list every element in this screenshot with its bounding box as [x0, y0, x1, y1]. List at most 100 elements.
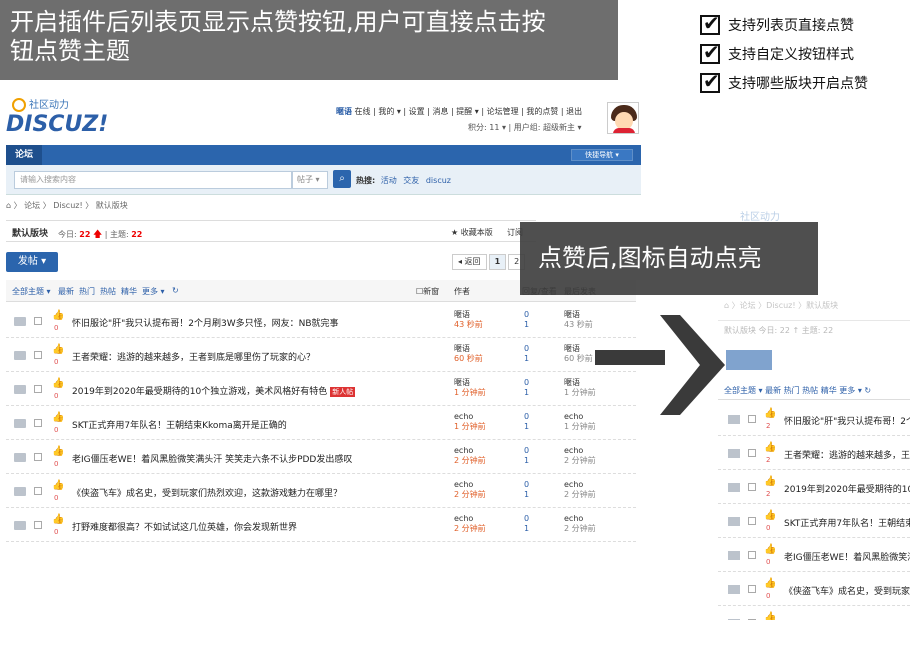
refresh-icon[interactable]: ↻ — [172, 286, 179, 295]
like-count: 0 — [54, 324, 59, 332]
thread-author[interactable]: echo 1 分钟前 — [454, 412, 486, 432]
new-post-button[interactable]: 发帖 ▾ — [6, 252, 58, 272]
thumbs-up-icon[interactable]: 👍 — [52, 378, 64, 389]
avatar[interactable] — [607, 102, 639, 134]
preview-logo: 社区动力 — [740, 212, 780, 223]
thumbs-up-icon[interactable]: 👍 — [52, 344, 64, 355]
thread-row[interactable]: 👍 0 王者荣耀：逃游的越来越多，王者到底是哪里伤了玩家的心？ 暱语 60 秒前 0 1 暱语… — [6, 338, 636, 372]
thread-author[interactable]: 暱语 43 秒前 — [454, 310, 483, 330]
thread-checkbox[interactable] — [34, 453, 42, 461]
like-count: 0 — [766, 592, 771, 600]
thumbs-up-icon[interactable]: 👍 — [52, 412, 64, 423]
user-credits[interactable]: 积分: 11 ▾ | 用户组: 超级新主 ▾ — [468, 122, 582, 133]
feature-item: 支持列表页直接点赞 — [700, 10, 910, 39]
pagination: ◂ 返回 1 2 — [452, 254, 527, 272]
site-header: 社区动力 DISCUZ! 暱语 在线 | 我的 ▾ | 设置 | 消息 | 提醒… — [0, 90, 645, 142]
folder-icon — [14, 521, 26, 530]
like-count: 0 — [54, 358, 59, 366]
thumbs-up-icon[interactable]: 👍 — [52, 514, 64, 525]
like-count: 0 — [54, 528, 59, 536]
like-count: 0 — [54, 426, 59, 434]
thread-checkbox[interactable] — [34, 317, 42, 325]
favorite-forum-link[interactable]: ★ 收藏本版 — [451, 227, 493, 238]
hot-search-label: 热搜: — [356, 176, 376, 185]
thread-author[interactable]: echo 2 分钟前 — [454, 446, 486, 466]
last-post[interactable]: echo 1 分钟前 — [564, 412, 596, 432]
thread-title[interactable]: SKT正式弃用7年队名！王朝结束Kkoma离开是正确的 — [72, 418, 287, 431]
last-post[interactable]: 暱语 1 分钟前 — [564, 378, 596, 398]
filter-more[interactable]: 更多 ▾ — [142, 286, 165, 297]
back-button[interactable]: ◂ 返回 — [452, 254, 487, 270]
feature-label: 支持列表页直接点赞 — [728, 17, 854, 34]
thread-author[interactable]: 暱语 1 分钟前 — [454, 378, 486, 398]
thumbs-up-icon[interactable]: 👍 — [52, 446, 64, 457]
last-post[interactable]: 暱语 43 秒前 — [564, 310, 593, 330]
thread-checkbox[interactable] — [34, 351, 42, 359]
hot-search-item[interactable]: 交友 — [403, 176, 419, 185]
checkbox-checked-icon — [700, 69, 720, 93]
thread-author[interactable]: 暱语 60 秒前 — [454, 344, 483, 364]
filter-all[interactable]: 全部主题 ▾ — [12, 286, 51, 297]
thread-row[interactable]: 👍 0 怀旧服论"肝"我只认提布哥！2个月刷3W多只怪，网友：NB就完事 暱语 43 秒… — [6, 304, 636, 338]
user-nav-links[interactable]: | 我的 ▾ | 设置 | 消息 | 提醒 ▾ | 论坛管理 | 我的点赞 | … — [373, 107, 582, 116]
filter-latest[interactable]: 最新 — [58, 286, 74, 297]
thread-title[interactable]: 2019年到2020年最受期待的10个独立游戏，美术风格好有特色 新人帖 — [72, 384, 356, 397]
new-window-toggle[interactable]: ☐新窗 — [416, 286, 439, 297]
thread-row[interactable]: 👍 0 《侠盗飞车》成名史，受到玩家们热烈欢迎，这款游戏魅力在哪里？ echo 2 分钟… — [6, 474, 636, 508]
thread-checkbox[interactable] — [34, 487, 42, 495]
reply-count: 01 — [524, 310, 530, 329]
last-post[interactable]: echo 2 分钟前 — [564, 446, 596, 466]
preview-thread-row: 👍 0 老IG僵压老WE！着风黑脸微笑满 — [718, 538, 910, 572]
checkbox-checked-icon — [700, 40, 720, 64]
nav-tab-forum[interactable]: 论坛 — [6, 145, 42, 165]
breadcrumb[interactable]: ⌂ 〉 论坛 〉 Discuz! 〉 默认版块 — [6, 200, 128, 211]
like-count: 0 — [766, 524, 771, 532]
search-type-select[interactable]: 帖子 ▾ — [292, 171, 328, 189]
filter-digest[interactable]: 精华 — [121, 286, 137, 297]
thread-title[interactable]: 老IG僵压老WE！着风黑脸微笑满头汗 笑笑走六条不认步PDD发出感叹 — [72, 452, 352, 465]
last-post[interactable]: 暱语 60 秒前 — [564, 344, 593, 364]
thread-checkbox[interactable] — [34, 521, 42, 529]
last-post[interactable]: echo 2 分钟前 — [564, 514, 596, 534]
thread-checkbox[interactable] — [34, 385, 42, 393]
thread-title: 老IG僵压老WE！着风黑脸微笑满 — [784, 553, 910, 563]
thread-title[interactable]: 《侠盗飞车》成名史，受到玩家们热烈欢迎，这款游戏魅力在哪里？ — [72, 486, 342, 499]
username-link[interactable]: 暱语 — [336, 107, 352, 116]
thread-row[interactable]: 👍 0 SKT正式弃用7年队名！王朝结束Kkoma离开是正确的 echo 1 分钟前 0 1… — [6, 406, 636, 440]
thread-title[interactable]: 怀旧服论"肝"我只认提布哥！2个月刷3W多只怪，网友：NB就完事 — [72, 316, 339, 329]
search-icon[interactable]: ⌕ — [333, 170, 351, 188]
main-navbar: 论坛 快捷导航 ▾ — [6, 145, 641, 165]
online-status[interactable]: 在线 — [355, 107, 371, 116]
thread-title: 王者荣耀：逃游的越来越多，王 — [784, 451, 910, 461]
folder-icon — [14, 487, 26, 496]
last-post[interactable]: echo 2 分钟前 — [564, 480, 596, 500]
thread-checkbox — [748, 449, 756, 457]
thread-row[interactable]: 👍 0 2019年到2020年最受期待的10个独立游戏，美术风格好有特色 新人帖 暱语 1… — [6, 372, 636, 406]
filter-hot[interactable]: 热门 — [79, 286, 95, 297]
hot-search-item[interactable]: discuz — [426, 176, 451, 185]
site-logo[interactable]: DISCUZ! — [6, 112, 108, 137]
hot-search-item[interactable]: 活动 — [381, 176, 397, 185]
thread-row[interactable]: 👍 0 老IG僵压老WE！着风黑脸微笑满头汗 笑笑走六条不认步PDD发出感叹 echo… — [6, 440, 636, 474]
thumbs-up-icon[interactable]: 👍 — [52, 310, 64, 321]
thread-title[interactable]: 打野难度都很高？不如试试这几位英雄，你会发现新世界 — [72, 520, 297, 533]
thumbs-up-icon: 👍 — [764, 612, 777, 620]
thread-title[interactable]: 王者荣耀：逃游的越来越多，王者到底是哪里伤了玩家的心？ — [72, 350, 315, 363]
thread-title: 2019年到2020年最受期待的10个 — [784, 485, 910, 495]
page-1[interactable]: 1 — [488, 254, 507, 270]
quick-nav-button[interactable]: 快捷导航 ▾ — [571, 149, 633, 161]
filter-hot-posts[interactable]: 热帖 — [100, 286, 116, 297]
preview-thread-list: 👍 2 怀旧服论"肝"我只认提布哥！2个 👍 2 王者荣耀：逃游的越来越多，王 👍 2 2019… — [718, 402, 910, 620]
thumbs-up-icon: 👍 — [764, 408, 777, 419]
search-input[interactable]: 请输入搜索内容 — [14, 171, 292, 189]
thread-author[interactable]: echo 2 分钟前 — [454, 480, 486, 500]
preview-thread-row: 👍 2 怀旧服论"肝"我只认提布哥！2个 — [718, 402, 910, 436]
thread-row[interactable]: 👍 0 打野难度都很高？不如试试这几位英雄，你会发现新世界 echo 2 分钟前 0 1 ec… — [6, 508, 636, 542]
thumbs-up-icon[interactable]: 👍 — [52, 480, 64, 491]
preview-thread-row: 👍 2 2019年到2020年最受期待的10个 — [718, 470, 910, 504]
thread-checkbox[interactable] — [34, 419, 42, 427]
thread-author[interactable]: echo 2 分钟前 — [454, 514, 486, 534]
feature-list: 支持列表页直接点赞 支持自定义按钮样式 支持哪些版块开启点赞 — [700, 10, 910, 97]
preview-post-button — [726, 350, 772, 370]
reply-count: 01 — [524, 514, 530, 533]
